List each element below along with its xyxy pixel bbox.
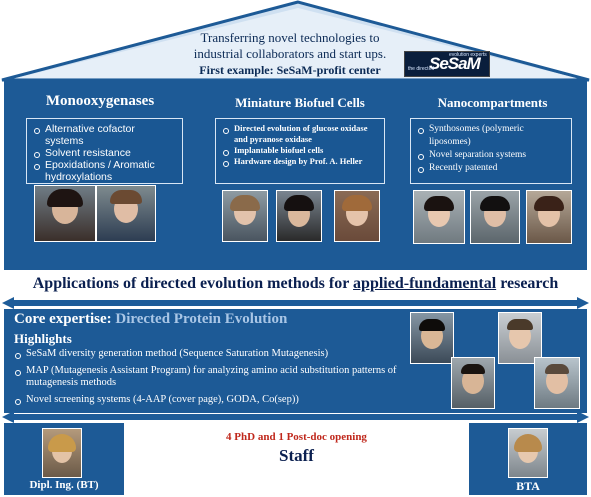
list-item: Recently patented — [417, 162, 565, 175]
roof-text: Transferring novel technologies to indus… — [140, 30, 440, 78]
portrait-photo — [222, 190, 268, 242]
column-list-biofuel-cells: Directed evolution of glucose oxidase an… — [215, 118, 385, 184]
applications-text-end: research — [496, 275, 559, 292]
list-item: Alternative cofactor systems — [33, 123, 176, 147]
core-title: Core expertise: Directed Protein Evoluti… — [14, 311, 287, 328]
column-list-nanocompartments: Synthosomes (polymeric liposomes) Novel … — [410, 118, 572, 184]
core-title-value: Directed Protein Evolution — [115, 311, 288, 327]
list-item: Synthosomes (polymeric liposomes) — [417, 123, 565, 149]
opening-text: 4 PhD and 1 Post-doc opening — [226, 431, 367, 443]
portrait-photo — [96, 185, 156, 242]
column-title-biofuel-cells: Miniature Biofuel Cells — [235, 95, 365, 110]
portrait-photo — [451, 357, 495, 409]
list-item: Novel separation systems — [417, 149, 565, 162]
roof-line-2: industrial collaborators and start ups. — [193, 46, 387, 61]
portrait-photo — [410, 312, 454, 364]
portrait-photo — [526, 190, 572, 244]
column-list-monooxygenases: Alternative cofactor systems Solvent res… — [26, 118, 183, 184]
staff-left-caption: Dipl. Ing. (BT) — [29, 479, 99, 491]
portrait-photo — [34, 185, 96, 242]
logo-sub-text: the directed — [408, 66, 435, 72]
list-item: Directed evolution of glucose oxidase an… — [222, 123, 378, 145]
applications-text: Applications of directed evolution metho… — [32, 275, 354, 292]
sesam-logo: evolution experts SeSaM the directed — [404, 51, 490, 77]
logo-main-text: SeSaM — [429, 54, 481, 73]
list-item: MAP (Mutagenesis Assistant Program) for … — [14, 365, 409, 389]
roof-line-1: Transferring novel technologies to — [200, 30, 380, 45]
staff-right-caption: BTA — [516, 479, 540, 493]
highlights-list: SeSaM diversity generation method (Seque… — [14, 348, 409, 411]
list-item: Solvent resistance — [33, 147, 176, 159]
staff-label: Staff — [279, 446, 314, 465]
core-title-label: Core expertise: — [14, 311, 112, 327]
highlights-label: Highlights — [14, 331, 72, 346]
applications-underlined: applied-fundamental — [353, 275, 497, 292]
list-item: Novel screening systems (4-AAP (cover pa… — [14, 394, 409, 406]
applications-band: Applications of directed evolution metho… — [4, 270, 587, 298]
list-item: Implantable biofuel cells — [222, 145, 378, 156]
portrait-photo — [42, 428, 82, 478]
list-item: SeSaM diversity generation method (Seque… — [14, 348, 409, 360]
double-arrow-bar — [2, 411, 589, 423]
portrait-photo — [470, 190, 520, 244]
portrait-photo — [508, 428, 548, 478]
list-item: Epoxidations / Aromatic hydroxylations — [33, 159, 176, 183]
portrait-photo — [334, 190, 380, 242]
list-item: Hardware design by Prof. A. Heller — [222, 156, 378, 167]
column-title-monooxygenases: Monooxygenases — [45, 93, 155, 109]
portrait-photo — [534, 357, 580, 409]
portrait-photo — [276, 190, 322, 242]
double-arrow-bar — [2, 297, 589, 309]
portrait-photo — [413, 190, 465, 244]
column-title-nanocompartments: Nanocompartments — [437, 95, 548, 110]
roof-line-3: First example: SeSaM-profit center — [199, 63, 381, 77]
